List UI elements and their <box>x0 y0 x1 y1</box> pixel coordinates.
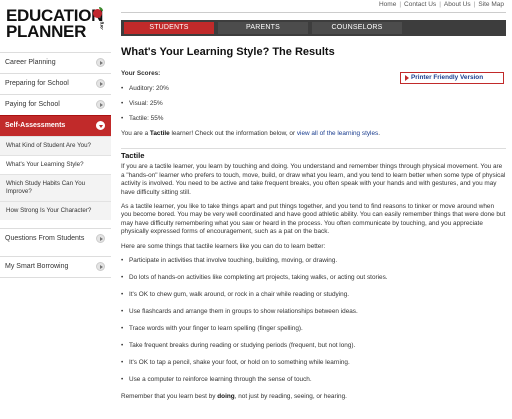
header-divider <box>121 12 506 13</box>
separator: | <box>439 1 441 8</box>
sidebar-subitem-character[interactable]: How Strong Is Your Character? <box>0 201 111 220</box>
list-item: Take frequent breaks during reading or s… <box>121 342 506 350</box>
main-tab-bar: STUDENTS PARENTS COUNSELORS <box>121 20 506 36</box>
score-auditory: Auditory: 20% <box>121 85 506 92</box>
home-link[interactable]: Home <box>379 1 396 8</box>
list-item: Participate in activities that involve t… <box>121 257 506 265</box>
closing-pre: Remember that you learn best by <box>121 393 218 401</box>
paragraph-3: Here are some things that tactile learne… <box>121 242 326 250</box>
sidebar-item-label: Paying for School <box>5 101 60 108</box>
chevron-down-icon <box>96 121 105 130</box>
sidebar-subitem-learning-style[interactable]: What's Your Learning Style? <box>0 155 111 174</box>
chevron-right-icon <box>96 100 105 109</box>
list-item: It's OK to chew gum, walk around, or roc… <box>121 291 506 299</box>
closing-post: , not just by reading, seeing, or hearin… <box>234 393 347 401</box>
closing-bold: doing <box>217 393 235 401</box>
learner-pre: You are a <box>121 130 150 137</box>
score-visual: Visual: 25% <box>121 100 506 107</box>
separator: | <box>399 1 402 8</box>
sidebar-item-paying-for-school[interactable]: Paying for School <box>0 94 111 115</box>
view-all-styles-link[interactable]: view all of the learning styles <box>297 130 378 137</box>
sidebar-subitem-study-habits[interactable]: Which Study Habits Can You Improve? <box>0 174 111 201</box>
logo-line-2: PLANNER <box>6 22 87 41</box>
list-item: Use flashcards and arrange them in group… <box>121 308 506 316</box>
main-content: What's Your Learning Style? The Results … <box>121 46 506 407</box>
learner-type: Tactile <box>149 130 170 137</box>
utility-nav: Home | Contact Us | About Us | Site Map <box>379 1 504 8</box>
learner-mid: learner! Check out the information below… <box>169 130 297 137</box>
sidebar-subitem-what-kind-of-student[interactable]: What Kind of Student Are You? <box>0 136 111 155</box>
tab-counselors[interactable]: COUNSELORS <box>312 22 402 34</box>
list-item: It's OK to tap a pencil, shake your foot… <box>121 359 506 367</box>
scores-list: Auditory: 20% Visual: 25% Tactile: 55% <box>121 85 506 122</box>
sidebar-item-career-planning[interactable]: Career Planning <box>0 52 111 73</box>
chevron-right-icon <box>96 58 105 67</box>
closing-text: Remember that you learn best by doing, n… <box>121 393 506 401</box>
sidebar-item-label: Questions From Students <box>5 235 85 242</box>
sidebar-item-questions-from-students[interactable]: Questions From Students <box>0 228 111 249</box>
chevron-right-icon <box>96 234 105 243</box>
sidebar-item-my-smart-borrowing[interactable]: My Smart Borrowing <box>0 256 111 277</box>
sidebar-divider <box>0 277 111 278</box>
tips-list: Participate in activities that involve t… <box>121 257 506 384</box>
score-tactile: Tactile: 55% <box>121 115 506 122</box>
site-logo[interactable]: EDUCATION PLANNER .org <box>6 7 112 41</box>
sidebar-item-self-assessments[interactable]: Self-Assessments <box>0 115 111 136</box>
tab-parents[interactable]: PARENTS <box>218 22 308 34</box>
separator: | <box>473 1 476 8</box>
sidebar-item-label: Preparing for School <box>5 80 69 87</box>
sidebar: Career Planning Preparing for School Pay… <box>0 52 111 278</box>
site-map-link[interactable]: Site Map <box>478 1 504 8</box>
list-item: Trace words with your finger to learn sp… <box>121 325 506 333</box>
contact-us-link[interactable]: Contact Us <box>404 1 436 8</box>
sidebar-item-label: Career Planning <box>5 59 56 66</box>
sidebar-item-label: Self-Assessments <box>5 122 66 129</box>
list-item: Do lots of hands-on activities like comp… <box>121 274 506 282</box>
paragraph-2: As a tactile learner, you like to take t… <box>121 203 506 236</box>
chevron-right-icon <box>96 262 105 271</box>
section-title: Tactile <box>121 148 506 160</box>
learner-post: . <box>378 130 380 137</box>
printer-friendly-button[interactable]: Printer Friendly Version <box>400 72 504 84</box>
sidebar-item-preparing-for-school[interactable]: Preparing for School <box>0 73 111 94</box>
paragraph-1: If you are a tactile learner, you learn … <box>121 163 506 196</box>
about-us-link[interactable]: About Us <box>444 1 471 8</box>
chevron-right-icon <box>96 79 105 88</box>
tab-students[interactable]: STUDENTS <box>124 22 214 34</box>
page-title: What's Your Learning Style? The Results <box>121 46 335 58</box>
list-item: Use a computer to reinforce learning thr… <box>121 376 506 384</box>
sidebar-item-label: My Smart Borrowing <box>5 263 69 270</box>
learner-summary: You are a Tactile learner! Check out the… <box>121 130 506 138</box>
logo-org: .org <box>99 21 104 31</box>
